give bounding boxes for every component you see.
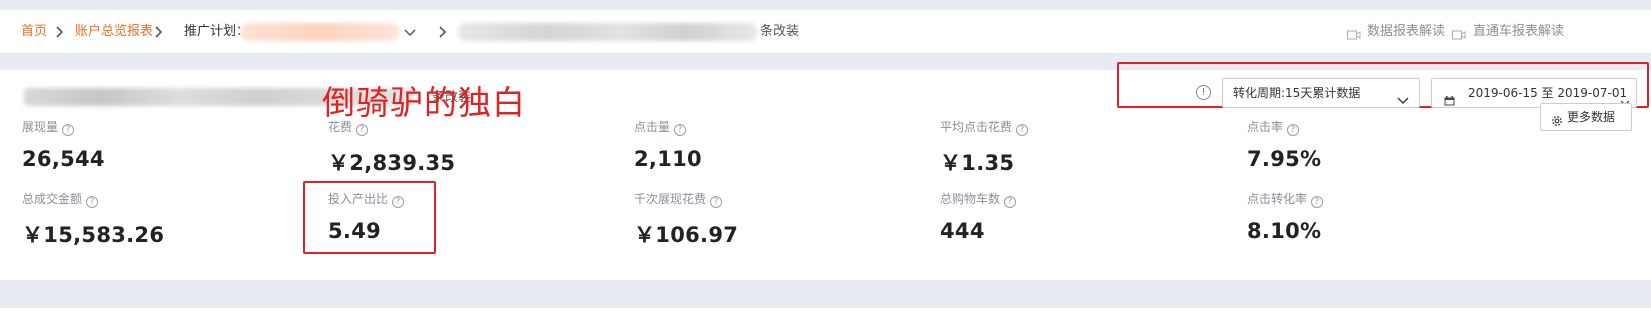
breadcrumb-bar: 首页 账户总览报表 推广计划： 条改装 数据报表解读 直通车报表解读 [0,10,1651,54]
metric-value: ￥106.97 [634,223,739,247]
metric-total-sales: 总成交金额? ￥15,583.26 [22,191,164,249]
metric-cpm: 千次展现花费? ￥106.97 [634,191,738,249]
plan-name-redacted[interactable] [240,23,400,41]
chevron-down-icon[interactable] [403,25,417,39]
metric-label: 点击转化率 [1247,192,1308,206]
next-section [0,308,1651,329]
metric-roi: 投入产出比? 5.49 [328,191,405,243]
more-data-label: 更多数据 [1567,110,1616,124]
help-icon[interactable]: ? [674,124,687,136]
help-icon[interactable]: ? [1004,196,1017,208]
metric-value: ￥15,583.26 [22,223,165,247]
metric-avg-cpc: 平均点击花费? ￥1.35 [940,119,1029,177]
metric-ctr: 点击率? 7.95% [1247,119,1321,171]
video-icon [1347,26,1361,40]
video-icon [1452,26,1466,40]
calendar-icon [1444,88,1455,107]
metric-label: 投入产出比 [328,192,389,206]
help-icon[interactable]: ? [86,196,99,208]
metric-value: 5.49 [328,219,382,243]
item-name-redacted [458,23,758,41]
help-icon[interactable]: ? [62,124,75,136]
info-icon[interactable]: ! [1196,85,1211,100]
breadcrumb-item-suffix: 条改装 [760,24,800,39]
data-report-guide-link[interactable]: 数据报表解读 [1367,10,1445,54]
breadcrumb-home[interactable]: 首页 [21,10,47,54]
metric-value: 26,544 [22,147,105,171]
help-icon[interactable]: ? [356,124,369,136]
metric-label: 平均点击花费 [940,120,1013,134]
metric-value: 444 [940,219,985,243]
overview-panel: 条改装 倒骑驴的独白 ! 转化周期:15天累计数据 2019-06-15 至 2… [0,62,1651,280]
metric-label: 点击率 [1247,120,1284,134]
ztc-report-guide-link[interactable]: 直通车报表解读 [1473,10,1564,54]
metric-cart-count: 总购物车数? 444 [940,191,1017,243]
metric-impressions: 展现量? 26,544 [22,119,105,171]
conversion-period-value: 转化周期:15天累计数据 [1233,86,1361,100]
chevron-right-icon [151,25,165,39]
help-icon[interactable]: ? [710,196,723,208]
help-icon[interactable]: ? [1287,124,1300,136]
metric-value: 7.95% [1247,147,1322,171]
metric-clicks: 点击量? 2,110 [634,119,702,171]
chevron-down-icon [1397,88,1409,116]
more-data-button[interactable]: 更多数据 [1540,103,1632,131]
metric-value: 8.10% [1247,219,1322,243]
breadcrumb-account-report[interactable]: 账户总览报表 [75,10,153,54]
gear-icon [1551,110,1563,136]
metric-label: 点击量 [634,120,671,134]
metric-label: 总成交金额 [22,192,83,206]
metric-label: 千次展现花费 [634,192,707,206]
conversion-period-select[interactable]: 转化周期:15天累计数据 [1222,78,1420,108]
help-icon[interactable]: ? [1016,124,1029,136]
metric-value: 2,110 [634,147,702,171]
metric-click-conversion: 点击转化率? 8.10% [1247,191,1324,243]
metric-label: 展现量 [22,120,59,134]
watermark-text: 倒骑驴的独白 [322,83,526,122]
metric-cost: 花费? ￥2,839.35 [328,119,455,177]
metric-value: ￥1.35 [940,151,1015,175]
metric-label: 花费 [328,120,353,134]
help-icon[interactable]: ? [1311,196,1324,208]
metric-value: ￥2,839.35 [328,151,456,175]
chevron-right-icon [435,25,449,39]
chevron-right-icon [52,25,66,39]
help-icon[interactable]: ? [392,196,405,208]
metric-label: 总购物车数 [940,192,1001,206]
